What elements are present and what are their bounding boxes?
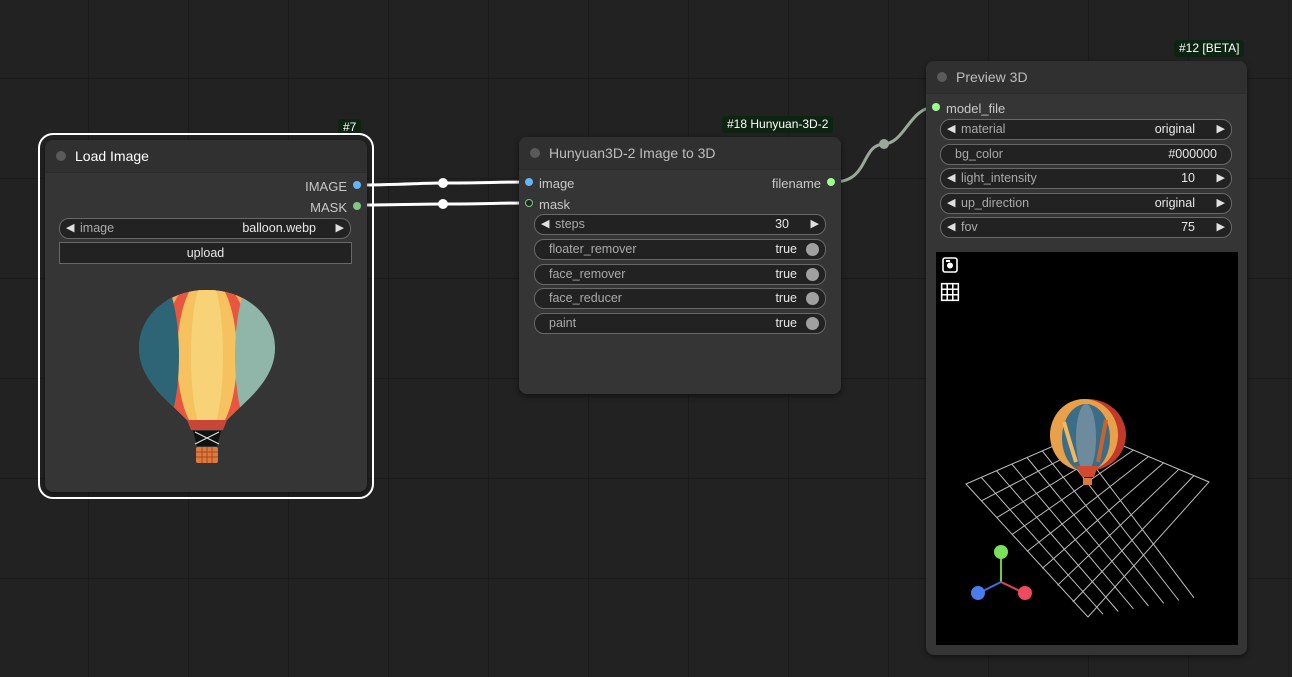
widget-value: balloon.webp (242, 221, 316, 235)
widget-label: material (961, 122, 1006, 136)
bg-color-field[interactable]: bg_color #000000 (940, 144, 1232, 165)
increment-arrow-icon[interactable]: ▶ (811, 215, 819, 234)
input-slot-mask[interactable] (525, 199, 533, 207)
collapse-dot[interactable] (937, 72, 947, 82)
output-label-image: IMAGE (305, 179, 347, 194)
output-slot-image[interactable] (353, 181, 361, 189)
upload-button[interactable]: upload (59, 242, 352, 264)
input-label-mask: mask (539, 197, 571, 212)
node-header[interactable]: Hunyuan3D-2 Image to 3D (519, 137, 841, 170)
node-header[interactable]: Load Image (45, 140, 367, 173)
decrement-arrow-icon[interactable]: ◀ (947, 120, 955, 139)
hunyuan3d-node[interactable]: Hunyuan3D-2 Image to 3D image mask filen… (519, 137, 841, 394)
paint-toggle[interactable]: paint true (534, 313, 826, 334)
toggle-knob[interactable] (806, 243, 819, 256)
preview3d-node[interactable]: Preview 3D model_file ◀ material origina… (926, 61, 1247, 655)
up-direction-combo[interactable]: ◀ up_direction original ▶ (940, 193, 1232, 214)
load-image-node[interactable]: Load Image IMAGE MASK ◀ image balloon.we… (38, 133, 374, 499)
widget-value: original (1154, 196, 1195, 210)
node-id-badge: #7 (338, 119, 362, 136)
decrement-arrow-icon[interactable]: ◀ (947, 218, 955, 237)
face-reducer-toggle[interactable]: face_reducer true (534, 288, 826, 309)
node-title: Preview 3D (956, 69, 1028, 85)
widget-value: 30 (775, 217, 789, 231)
collapse-dot[interactable] (530, 148, 540, 158)
widget-value: true (775, 242, 797, 256)
output-label-filename: filename (771, 176, 821, 191)
increment-arrow-icon[interactable]: ▶ (1217, 120, 1225, 139)
image-combo[interactable]: ◀ image balloon.webp ▶ (59, 218, 351, 239)
widget-label: up_direction (961, 196, 1030, 210)
output-label-mask: MASK (310, 200, 347, 215)
balloon-image-preview (139, 290, 275, 463)
widget-label: floater_remover (549, 242, 637, 256)
widget-label: image (80, 221, 115, 235)
link-mask-midpoint[interactable] (438, 199, 448, 209)
widget-value: true (775, 316, 797, 330)
toggle-knob[interactable] (806, 292, 819, 305)
3d-scene (965, 399, 1210, 618)
node-title: Load Image (75, 148, 149, 164)
3d-viewport[interactable] (936, 252, 1238, 645)
increment-arrow-icon[interactable]: ▶ (336, 219, 344, 238)
node-header[interactable]: Preview 3D (926, 61, 1247, 94)
output-slot-filename[interactable] (827, 178, 835, 186)
widget-value: #000000 (1168, 147, 1217, 161)
light-intensity-stepper[interactable]: ◀ light_intensity 10 ▶ (940, 168, 1232, 189)
decrement-arrow-icon[interactable]: ◀ (947, 194, 955, 213)
widget-value: 75 (1181, 220, 1195, 234)
node-id-badge: #18 Hunyuan-3D-2 (722, 116, 834, 133)
decrement-arrow-icon[interactable]: ◀ (66, 219, 74, 238)
increment-arrow-icon[interactable]: ▶ (1217, 218, 1225, 237)
widget-value: true (775, 267, 797, 281)
input-slot-model-file[interactable] (932, 103, 940, 111)
input-label-model-file: model_file (946, 101, 1006, 116)
widget-label: face_remover (549, 267, 626, 281)
toggle-knob[interactable] (806, 268, 819, 281)
material-combo[interactable]: ◀ material original ▶ (940, 119, 1232, 140)
widget-value: original (1154, 122, 1195, 136)
widget-label: light_intensity (961, 171, 1037, 185)
widget-label: bg_color (955, 147, 1003, 161)
node-title: Hunyuan3D-2 Image to 3D (549, 145, 716, 161)
widget-label: steps (555, 217, 585, 231)
widget-label: fov (961, 220, 978, 234)
axis-gizmo (971, 545, 1032, 600)
increment-arrow-icon[interactable]: ▶ (1217, 194, 1225, 213)
node-id-badge: #12 [BETA] (1174, 40, 1245, 57)
collapse-dot[interactable] (56, 151, 66, 161)
decrement-arrow-icon[interactable]: ◀ (541, 215, 549, 234)
decrement-arrow-icon[interactable]: ◀ (947, 169, 955, 188)
input-slot-image[interactable] (525, 178, 533, 186)
widget-value: true (775, 291, 797, 305)
link-image-midpoint[interactable] (438, 178, 448, 188)
floater-remover-toggle[interactable]: floater_remover true (534, 239, 826, 260)
steps-stepper[interactable]: ◀ steps 30 ▶ (534, 214, 826, 235)
output-slot-mask[interactable] (353, 202, 361, 210)
widget-label: paint (549, 316, 577, 330)
input-label-image: image (539, 176, 575, 191)
widget-label: face_reducer (549, 291, 622, 305)
balloon-3d-model (1050, 399, 1126, 485)
increment-arrow-icon[interactable]: ▶ (1217, 169, 1225, 188)
toggle-knob[interactable] (806, 317, 819, 330)
link-filename-midpoint[interactable] (879, 139, 889, 149)
fov-stepper[interactable]: ◀ fov 75 ▶ (940, 217, 1232, 238)
widget-value: 10 (1181, 171, 1195, 185)
face-remover-toggle[interactable]: face_remover true (534, 264, 826, 285)
